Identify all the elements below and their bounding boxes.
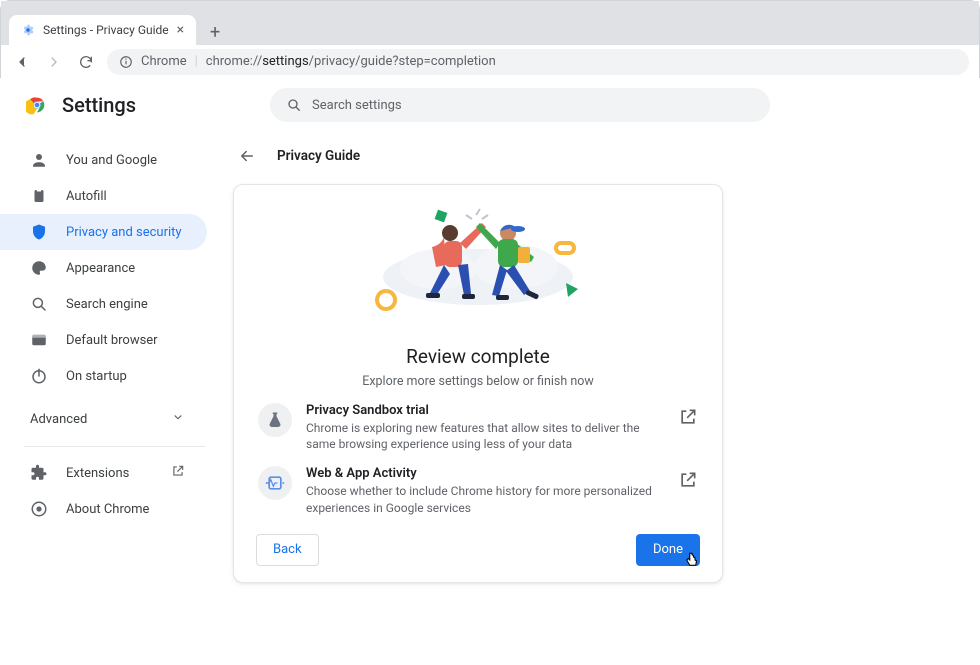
sidebar-item-privacy-security[interactable]: Privacy and security: [0, 214, 207, 250]
clipboard-icon: [30, 187, 48, 205]
search-icon: [30, 295, 48, 313]
review-complete-sub: Explore more settings below or finish no…: [256, 374, 700, 389]
tab-strip: Settings - Privacy Guide × +: [1, 11, 979, 45]
sidebar-item-label: Autofill: [66, 189, 107, 204]
open-external-icon[interactable]: [678, 470, 698, 490]
sidebar-item-label: Search engine: [66, 297, 148, 312]
sidebar-item-about-chrome[interactable]: About Chrome: [0, 491, 207, 527]
omnibox-origin: Chrome: [141, 54, 187, 69]
option-desc: Chrome is exploring new features that al…: [306, 420, 664, 452]
browser-icon: [30, 331, 48, 349]
window-bar: [1, 1, 979, 11]
browser-tab[interactable]: Settings - Privacy Guide ×: [9, 15, 196, 45]
sidebar-item-label: On startup: [66, 369, 127, 384]
search-icon: [286, 97, 302, 113]
sidebar-item-extensions[interactable]: Extensions: [0, 455, 207, 491]
option-desc: Choose whether to include Chrome history…: [306, 483, 664, 515]
done-button-label: Done: [653, 542, 683, 557]
settings-search[interactable]: Search settings: [270, 88, 770, 122]
sidebar-item-label: Default browser: [66, 333, 158, 348]
tab-title: Settings - Privacy Guide: [43, 23, 169, 37]
page-back-button[interactable]: [233, 142, 261, 170]
done-button[interactable]: Done: [636, 534, 700, 566]
sidebar-item-you-and-google[interactable]: You and Google: [0, 142, 207, 178]
sidebar-item-label: About Chrome: [66, 502, 149, 517]
back-button-label: Back: [273, 542, 302, 557]
option-title: Web & App Activity: [306, 466, 664, 481]
palette-icon: [30, 259, 48, 277]
chrome-logo-icon: [26, 94, 48, 116]
nav-back-button[interactable]: [11, 51, 33, 73]
option-web-app-activity[interactable]: Web & App Activity Choose whether to inc…: [256, 454, 700, 517]
activity-icon: [258, 466, 292, 500]
gear-icon: [21, 23, 35, 37]
person-icon: [30, 151, 48, 169]
reload-button[interactable]: [75, 51, 97, 73]
site-info-icon[interactable]: [119, 55, 133, 69]
sidebar: You and Google Autofill Privacy and secu…: [0, 128, 225, 665]
address-bar[interactable]: Chrome | chrome://settings/privacy/guide…: [107, 49, 969, 75]
puzzle-icon: [30, 464, 48, 482]
flask-icon: [258, 403, 292, 437]
sidebar-item-appearance[interactable]: Appearance: [0, 250, 207, 286]
page-title: Privacy Guide: [277, 148, 360, 164]
advanced-label: Advanced: [30, 412, 87, 427]
toolbar: Chrome | chrome://settings/privacy/guide…: [1, 45, 979, 79]
sidebar-item-label: Extensions: [66, 466, 129, 481]
cursor-pointer-icon: [683, 551, 701, 569]
sidebar-item-autofill[interactable]: Autofill: [0, 178, 207, 214]
search-placeholder: Search settings: [312, 98, 402, 113]
open-external-icon[interactable]: [678, 407, 698, 427]
sidebar-item-label: Privacy and security: [66, 225, 182, 240]
app-title: Settings: [62, 93, 136, 117]
review-complete-heading: Review complete: [256, 345, 700, 368]
sidebar-advanced-toggle[interactable]: Advanced: [0, 400, 225, 438]
new-tab-button[interactable]: +: [202, 19, 228, 45]
main-content: Privacy Guide: [225, 128, 980, 665]
settings-page: Settings Search settings You and Google …: [0, 78, 980, 665]
sidebar-item-label: Appearance: [66, 261, 135, 276]
sidebar-divider: [24, 446, 205, 447]
shield-icon: [30, 223, 48, 241]
option-privacy-sandbox[interactable]: Privacy Sandbox trial Chrome is explorin…: [256, 389, 700, 454]
sidebar-item-on-startup[interactable]: On startup: [0, 358, 207, 394]
sidebar-item-label: You and Google: [66, 153, 157, 168]
sidebar-item-search-engine[interactable]: Search engine: [0, 286, 207, 322]
page-header: Settings Search settings: [0, 78, 980, 128]
chevron-down-icon: [171, 410, 185, 428]
nav-forward-button: [43, 51, 65, 73]
chrome-mono-icon: [30, 500, 48, 518]
close-icon[interactable]: ×: [177, 23, 184, 37]
completion-illustration: [256, 203, 700, 343]
power-icon: [30, 367, 48, 385]
sidebar-item-default-browser[interactable]: Default browser: [0, 322, 207, 358]
privacy-guide-card: Review complete Explore more settings be…: [233, 184, 723, 583]
back-button[interactable]: Back: [256, 534, 319, 566]
option-title: Privacy Sandbox trial: [306, 403, 664, 418]
open-external-icon: [171, 464, 185, 482]
omnibox-url: chrome://settings/privacy/guide?step=com…: [206, 54, 496, 69]
